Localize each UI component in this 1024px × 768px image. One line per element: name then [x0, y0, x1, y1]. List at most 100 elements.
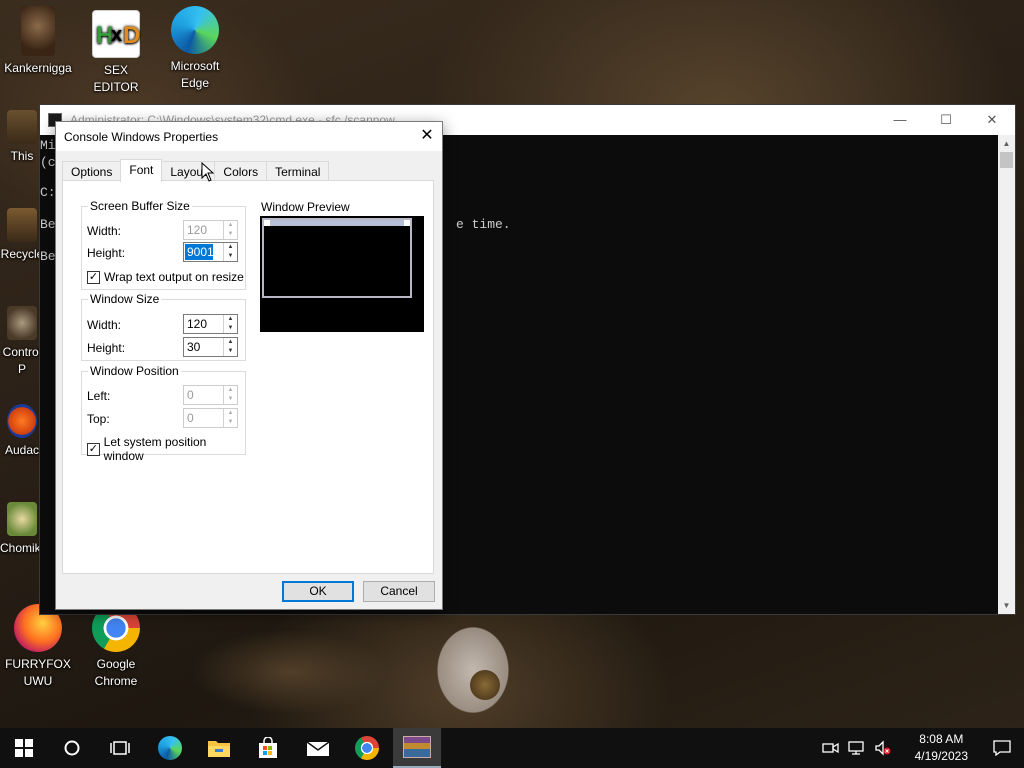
wallpaper-gears — [150, 612, 430, 728]
store-icon — [259, 737, 277, 758]
spin-down-icon: ▼ — [227, 231, 234, 237]
spin-up-icon: ▲ — [227, 387, 234, 393]
window-height-input[interactable] — [185, 339, 223, 355]
spin-up-icon[interactable]: ▲ — [224, 338, 237, 347]
taskbar-mail[interactable] — [294, 728, 342, 768]
spin-up-icon[interactable]: ▲ — [224, 243, 237, 252]
action-center-button[interactable] — [980, 728, 1024, 768]
buffer-height-input[interactable] — [185, 244, 213, 260]
console-line: Be — [40, 217, 56, 232]
buffer-height-stepper[interactable]: ▲▼ — [183, 242, 238, 262]
folder-icon — [208, 741, 230, 757]
desktop-icon-label: Control P — [2, 345, 42, 376]
system-position-checkbox[interactable]: ✓ Let system position window — [87, 435, 245, 463]
computer-icon — [7, 110, 37, 144]
checkmark-icon: ✓ — [87, 442, 100, 456]
window-height-label: Height: — [87, 341, 126, 355]
wallpaper-hand — [418, 610, 528, 728]
spin-down-icon[interactable]: ▼ — [224, 347, 237, 356]
taskbar: 8:08 AM 4/19/2023 — [0, 728, 1024, 768]
spin-up-icon: ▲ — [227, 410, 234, 416]
tab-panel: Screen Buffer Size Width: ▲▼ Height: ▲▼ … — [62, 180, 434, 574]
console-text: e time. — [456, 217, 511, 232]
console-line: Be — [40, 249, 56, 264]
window-height-stepper[interactable]: ▲▼ — [183, 337, 238, 357]
edge-icon — [158, 736, 182, 760]
tab-colors[interactable]: Colors — [214, 161, 268, 182]
mouse-cursor-icon — [201, 162, 215, 182]
spin-up-icon[interactable]: ▲ — [224, 315, 237, 324]
desktop-icon-firefox[interactable]: FURRYFOX UWU — [0, 604, 76, 690]
desktop-icon-chomik[interactable]: ChomikS — [0, 502, 49, 557]
scrollbar-thumb[interactable] — [1000, 152, 1013, 168]
scroll-down-icon[interactable]: ▼ — [998, 597, 1015, 614]
svg-text:x: x — [111, 24, 122, 46]
console-scrollbar[interactable]: ▲ ▼ — [998, 135, 1015, 614]
window-size-group: Window Size Width: ▲▼ Height: ▲▼ — [81, 292, 246, 361]
console-line: Mi — [40, 138, 56, 153]
window-preview — [260, 216, 424, 332]
tab-terminal[interactable]: Terminal — [266, 161, 330, 182]
meet-now-icon[interactable] — [822, 740, 840, 756]
window-width-stepper[interactable]: ▲▼ — [183, 314, 238, 334]
scroll-up-icon[interactable]: ▲ — [998, 135, 1015, 152]
preview-window — [262, 218, 412, 298]
desktop-icon-control-panel[interactable]: Control P — [0, 306, 44, 378]
window-width-input[interactable] — [185, 316, 223, 332]
window-width-label: Width: — [87, 318, 122, 332]
desktop-icon-recycle-bin[interactable]: Recycle — [0, 208, 44, 263]
tab-strip: Options Font Layout Colors Terminal — [62, 159, 330, 182]
desktop-icon-kankernigga[interactable]: Kankernigga — [0, 6, 76, 77]
taskbar-clock[interactable]: 8:08 AM 4/19/2023 — [915, 731, 968, 765]
network-icon[interactable] — [848, 740, 866, 756]
spin-down-icon: ▼ — [227, 419, 234, 425]
windows-icon — [15, 739, 33, 757]
dialog-titlebar[interactable]: Console Windows Properties ✕ — [56, 122, 442, 151]
taskbar-winrar[interactable] — [393, 728, 441, 768]
recycle-bin-icon — [7, 208, 37, 242]
position-top-stepper: ▲▼ — [183, 408, 238, 428]
figure-icon — [21, 6, 55, 56]
cancel-button[interactable]: Cancel — [363, 581, 435, 602]
task-view-icon — [110, 741, 130, 755]
taskbar-file-explorer[interactable] — [195, 728, 243, 768]
close-button[interactable]: ✕ — [969, 105, 1015, 135]
desktop-icon-label: Kankernigga — [4, 61, 72, 75]
desktop-icon-label: ChomikS — [0, 541, 49, 555]
desktop-icon-label: FURRYFOX UWU — [5, 657, 71, 688]
buffer-width-label: Width: — [87, 224, 122, 238]
desktop-icon-chrome[interactable]: Google Chrome — [78, 604, 154, 690]
taskbar-chrome[interactable] — [343, 728, 391, 768]
task-view-button[interactable] — [96, 728, 144, 768]
tab-options[interactable]: Options — [62, 161, 122, 182]
console-properties-dialog[interactable]: Console Windows Properties ✕ Options Fon… — [55, 121, 443, 610]
close-icon[interactable]: ✕ — [412, 122, 442, 151]
maximize-button[interactable]: ☐ — [923, 105, 969, 135]
position-left-label: Left: — [87, 389, 111, 403]
wrap-text-checkbox[interactable]: ✓ Wrap text output on resize — [87, 270, 244, 284]
volume-muted-icon[interactable] — [874, 740, 892, 756]
clock-date: 4/19/2023 — [914, 749, 968, 763]
spin-down-icon[interactable]: ▼ — [224, 324, 237, 333]
spin-down-icon[interactable]: ▼ — [224, 252, 237, 261]
mail-icon — [306, 741, 330, 756]
window-preview-label: Window Preview — [261, 200, 350, 214]
edge-icon — [171, 6, 219, 54]
desktop-icon-label: This — [10, 149, 34, 163]
ok-button[interactable]: OK — [282, 581, 354, 602]
taskbar-store[interactable] — [244, 728, 292, 768]
start-button[interactable] — [0, 728, 48, 768]
desktop-icon-edge[interactable]: Microsoft Edge — [157, 6, 233, 92]
desktop-icon-sex-editor[interactable]: HxD SEX EDITOR — [78, 10, 154, 96]
hex-editor-icon: HxD — [92, 10, 140, 58]
svg-text:D: D — [123, 22, 140, 49]
minimize-button[interactable]: — — [877, 105, 923, 135]
desktop-icon-audacity[interactable]: Audac — [0, 404, 44, 459]
notification-icon — [993, 740, 1011, 756]
search-button[interactable] — [48, 728, 96, 768]
position-left-stepper: ▲▼ — [183, 385, 238, 405]
desktop-icon-this-pc[interactable]: This — [0, 110, 44, 165]
position-top-label: Top: — [87, 412, 110, 426]
tab-font[interactable]: Font — [120, 159, 163, 182]
taskbar-edge[interactable] — [146, 728, 194, 768]
